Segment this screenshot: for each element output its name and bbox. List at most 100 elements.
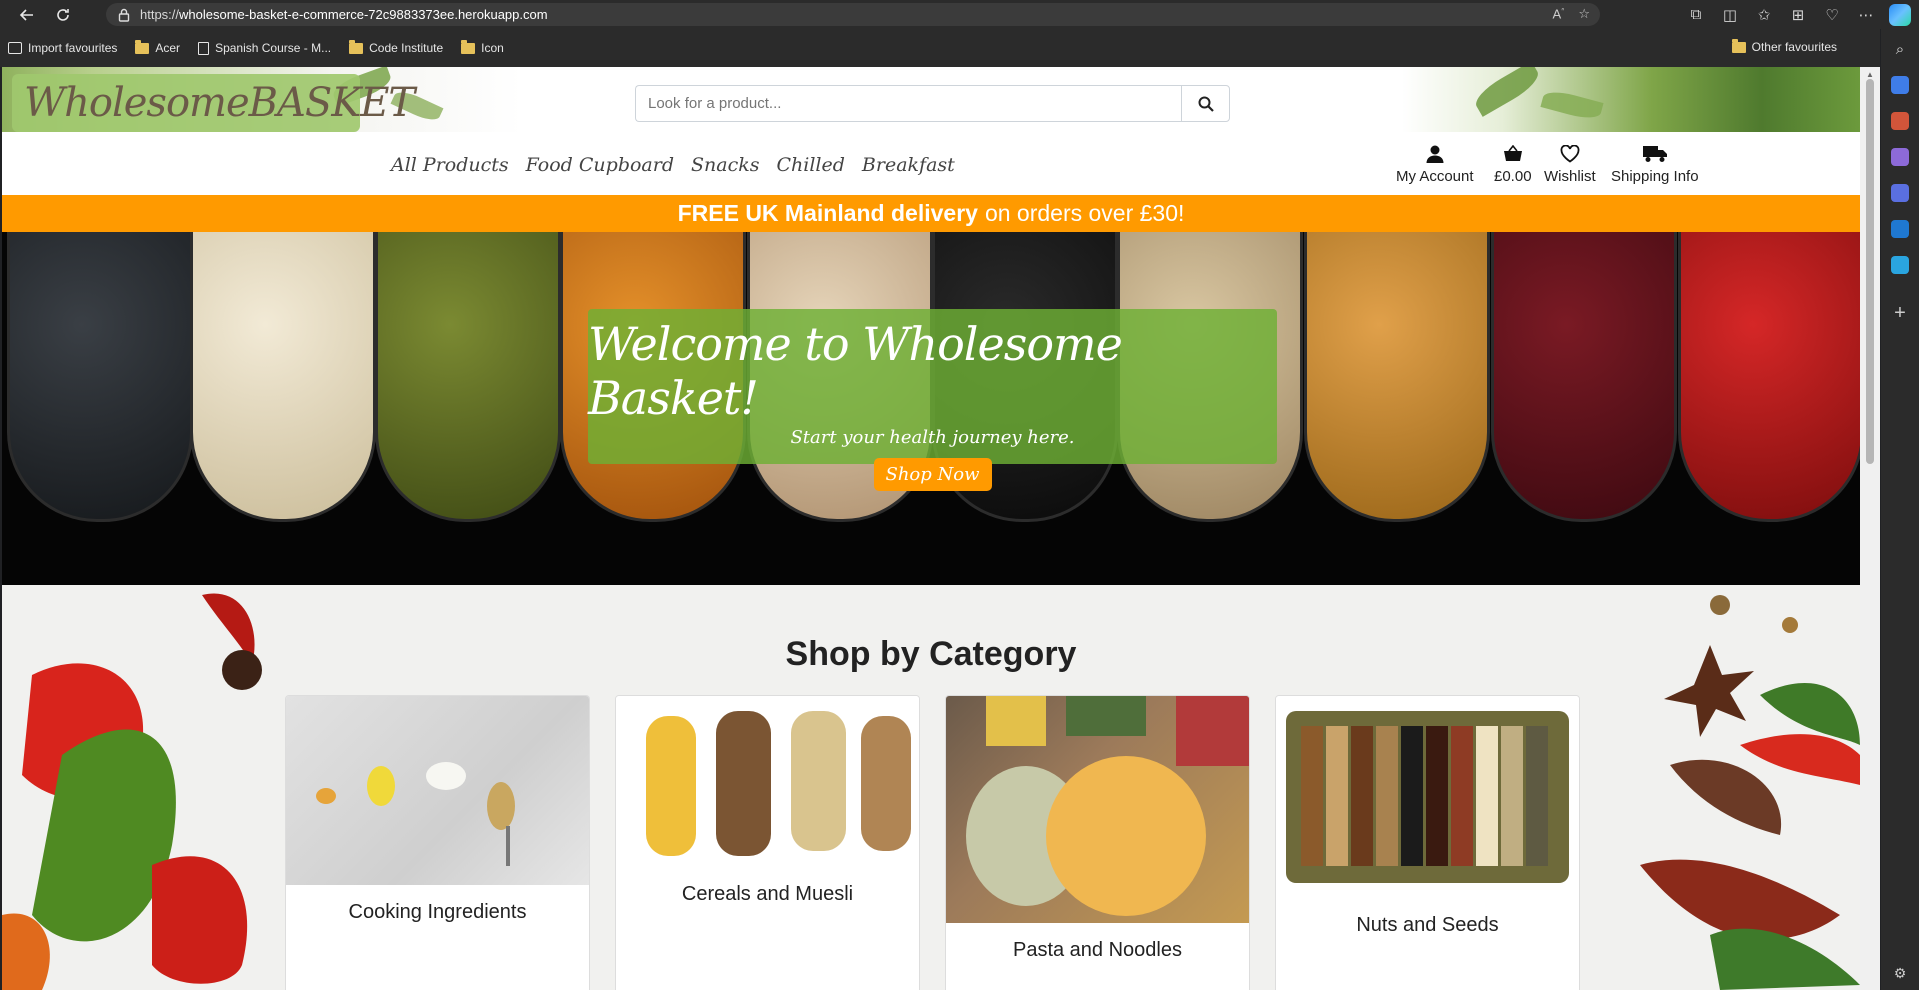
user-icon [1426, 145, 1444, 163]
extensions-icon[interactable]: ⧉ [1679, 0, 1713, 29]
bookmark-label: Other favourites [1751, 40, 1837, 54]
wishlist-link[interactable]: Wishlist [1544, 142, 1596, 185]
shipping-info-link[interactable]: Shipping Info [1611, 142, 1699, 185]
collections-icon[interactable]: ⊞ [1781, 0, 1815, 29]
folder-icon [135, 39, 150, 54]
search-icon [1198, 96, 1214, 112]
more-menu-icon[interactable]: ⋯ [1849, 0, 1883, 29]
logo-text: WholesomeBASKET [24, 80, 415, 126]
shop-now-button[interactable]: Shop Now [873, 458, 992, 491]
back-button[interactable] [16, 4, 38, 26]
split-screen-icon[interactable]: ◫ [1713, 0, 1747, 29]
hero-section: Welcome to Wholesome Basket! Start your … [2, 232, 1860, 585]
category-image [286, 696, 589, 885]
category-image [946, 696, 1249, 923]
lock-icon [118, 8, 130, 22]
bean-bowl-red-beans [1678, 232, 1860, 522]
read-aloud-icon[interactable]: Aᐢ [1553, 6, 1565, 22]
sidebar-outlook-icon[interactable] [1891, 220, 1909, 238]
bookmark-label: Acer [155, 41, 181, 55]
my-account-label: My Account [1396, 168, 1474, 185]
search-button[interactable] [1181, 85, 1230, 122]
basket-icon [1503, 145, 1522, 161]
bean-bowl-chickpeas [1304, 232, 1490, 522]
page-scrollbar[interactable]: ▲ [1860, 67, 1880, 990]
folder-icon [1731, 38, 1746, 53]
bookmark-label: Icon [481, 41, 504, 55]
url-host: wholesome-basket-e-commerce-72c9883373ee… [179, 7, 548, 22]
category-card-cooking-ingredients[interactable]: Cooking Ingredients [285, 695, 590, 990]
bookmark-spanish-course[interactable]: Spanish Course - M... [198, 41, 331, 55]
wishlist-label: Wishlist [1544, 168, 1596, 185]
bean-bowl-black-seeds [7, 232, 193, 522]
scrollbar-thumb[interactable] [1866, 79, 1874, 464]
scroll-up-arrow-icon[interactable]: ▲ [1866, 70, 1874, 79]
browser-essentials-icon[interactable]: ♡ [1815, 0, 1849, 29]
bookmark-label: Code Institute [369, 41, 444, 55]
category-label: Nuts and Seeds [1356, 914, 1499, 936]
page-viewport: WholesomeBASKET All Products Food Cupboa… [2, 67, 1860, 990]
search-input[interactable] [635, 85, 1181, 122]
sidebar-games-icon[interactable] [1891, 148, 1909, 166]
category-label: Cooking Ingredients [348, 901, 527, 923]
category-section: Shop by Category Cooking Ingredients Cer… [2, 585, 1860, 990]
delivery-bold-text: FREE UK Mainland delivery [677, 200, 978, 226]
sidebar-shopping-icon[interactable] [1891, 76, 1909, 94]
basket-total: £0.00 [1494, 168, 1532, 185]
favorites-icon[interactable]: ✩ [1747, 0, 1781, 29]
hero-subtitle: Start your health journey here. [790, 427, 1075, 448]
bean-bowl-kidney-beans [1491, 232, 1677, 522]
bean-bowl-green-lentils [375, 232, 561, 522]
edge-sidebar: ⌕ + ⚙ [1881, 29, 1919, 990]
refresh-button[interactable] [52, 4, 74, 26]
category-card-pasta-noodles[interactable]: Pasta and Noodles [945, 695, 1250, 990]
category-image [616, 696, 919, 866]
sidebar-search-icon[interactable]: ⌕ [1896, 41, 1904, 58]
category-card-nuts-seeds[interactable]: Nuts and Seeds [1275, 695, 1580, 990]
nav-breakfast[interactable]: Breakfast [862, 154, 955, 176]
bookmarks-bar: Import favourites Acer Spanish Course - … [0, 29, 1880, 67]
bookmark-label: Import favourites [28, 41, 118, 55]
nav-chilled[interactable]: Chilled [777, 154, 845, 176]
truck-icon [1642, 146, 1667, 162]
sidebar-settings-icon[interactable]: ⚙ [1894, 965, 1907, 982]
bookmark-label: Spanish Course - M... [215, 41, 332, 55]
main-navbar: All Products Food Cupboard Snacks Chille… [2, 132, 1860, 195]
nuts-illustration [1286, 711, 1569, 883]
sidebar-m365-icon[interactable] [1891, 184, 1909, 202]
category-label: Cereals and Muesli [681, 883, 854, 905]
copilot-icon[interactable] [1889, 3, 1911, 26]
my-account-link[interactable]: My Account [1396, 142, 1474, 185]
bookmark-import[interactable]: Import favourites [8, 41, 117, 55]
category-heading: Shop by Category [785, 635, 1077, 673]
folder-icon [461, 39, 476, 54]
url-scheme: https:// [140, 7, 180, 22]
site-logo[interactable]: WholesomeBASKET [12, 74, 415, 132]
page-icon [198, 41, 210, 55]
favorite-star-icon[interactable]: ☆ [1578, 6, 1590, 22]
bean-bowl-white-beans [190, 232, 376, 522]
leaf-decoration [1470, 67, 1544, 117]
nav-all-products[interactable]: All Products [391, 154, 509, 176]
sidebar-telegram-icon[interactable] [1891, 256, 1909, 274]
browser-toolbar: https://wholesome-basket-e-commerce-72c9… [0, 0, 1919, 29]
leaf-decoration [1540, 87, 1604, 123]
bookmark-acer[interactable]: Acer [135, 39, 181, 55]
other-favourites[interactable]: Other favourites [1731, 38, 1837, 54]
delivery-banner: FREE UK Mainland delivery on orders over… [2, 195, 1860, 232]
folder-icon [349, 39, 364, 54]
bookmark-code-institute[interactable]: Code Institute [349, 39, 444, 55]
sidebar-tools-icon[interactable] [1891, 112, 1909, 130]
header-banner: WholesomeBASKET [2, 67, 1860, 132]
nav-food-cupboard[interactable]: Food Cupboard [526, 154, 674, 176]
sidebar-add-icon[interactable]: + [1894, 302, 1906, 325]
bookmark-icon[interactable]: Icon [461, 39, 504, 55]
hero-title: Welcome to Wholesome Basket! [588, 317, 1123, 425]
basket-link[interactable]: £0.00 [1494, 142, 1532, 185]
address-bar[interactable]: https://wholesome-basket-e-commerce-72c9… [106, 3, 1600, 26]
shipping-label: Shipping Info [1611, 168, 1699, 185]
nav-snacks[interactable]: Snacks [691, 154, 760, 176]
category-card-cereals-muesli[interactable]: Cereals and Muesli [615, 695, 920, 990]
hero-welcome-card: Welcome to Wholesome Basket! Start your … [588, 309, 1277, 491]
search-form [635, 85, 1230, 122]
